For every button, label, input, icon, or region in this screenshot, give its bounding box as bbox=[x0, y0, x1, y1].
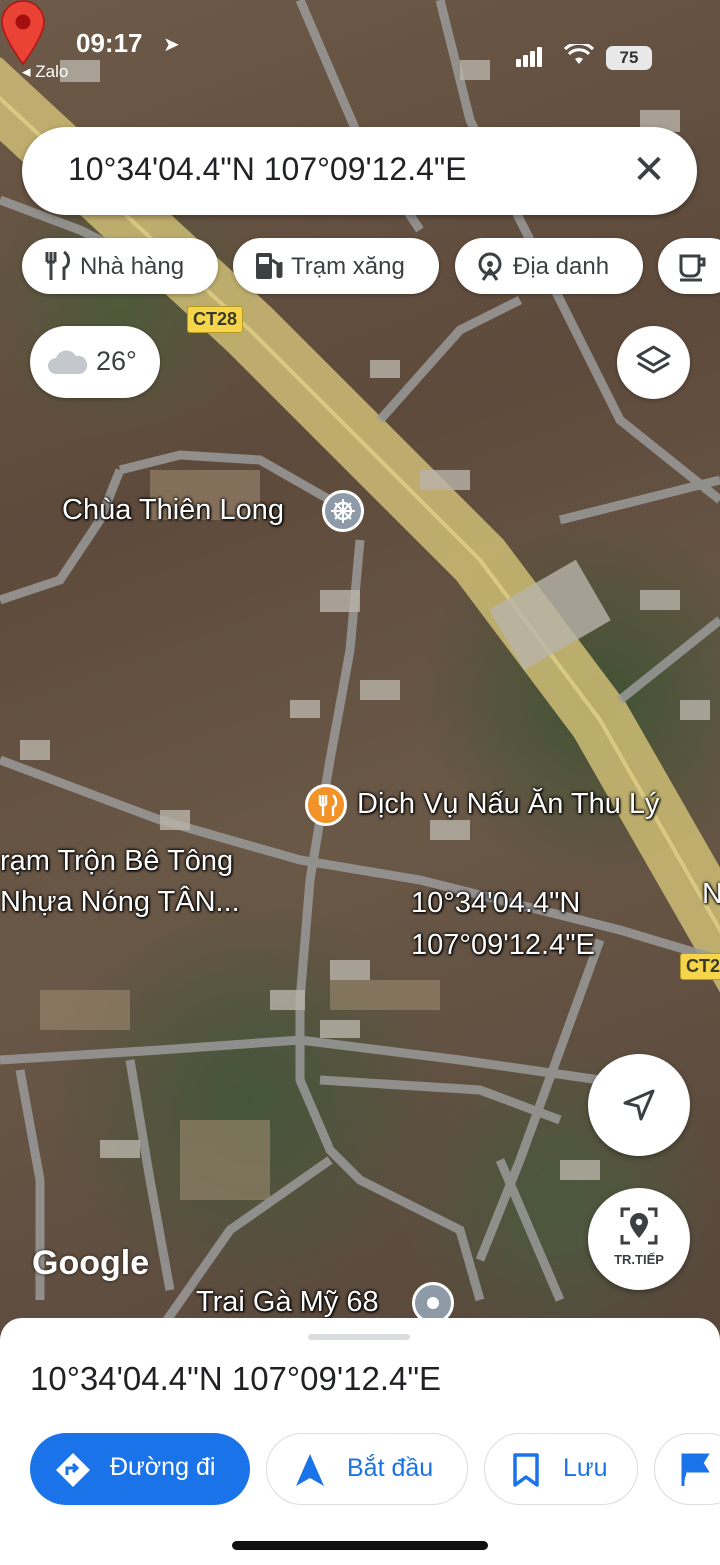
weather-badge[interactable]: 26° bbox=[30, 326, 160, 398]
chip-label: Địa danh bbox=[513, 253, 610, 280]
continue-label: TR.TIẾP bbox=[614, 1252, 664, 1267]
chip-restaurants[interactable]: Nhà hàng bbox=[22, 238, 218, 294]
directions-button[interactable]: Đường đi bbox=[30, 1433, 250, 1505]
layers-button[interactable] bbox=[617, 326, 690, 399]
cafe-icon bbox=[679, 254, 706, 282]
cellular-signal-icon bbox=[516, 47, 544, 67]
battery-indicator: 75 bbox=[606, 46, 652, 70]
place-sheet[interactable]: 10°34'04.4"N 107°09'12.4"E Đường đi Bắt … bbox=[0, 1318, 720, 1565]
navigation-arrow-icon bbox=[623, 1089, 655, 1121]
google-logo: Google bbox=[32, 1244, 150, 1282]
pin-label-line2: 107°09'12.4"E bbox=[411, 929, 595, 961]
chip-landmarks[interactable]: Địa danh bbox=[455, 238, 643, 294]
save-label: Lưu bbox=[563, 1454, 608, 1482]
chip-label: Nhà hàng bbox=[80, 253, 185, 280]
continue-navigation-button[interactable]: TR.TIẾP bbox=[588, 1188, 690, 1290]
directions-icon bbox=[56, 1453, 90, 1487]
temple-label[interactable]: Chùa Thiên Long bbox=[62, 494, 284, 527]
status-bar: 09:17 ➤ ◂ Zalo 75 bbox=[0, 22, 720, 81]
satellite-map[interactable]: 09:17 ➤ ◂ Zalo 75 10°34'04.4"N 107°09'12… bbox=[0, 0, 720, 1330]
chip-cafes[interactable] bbox=[658, 238, 720, 294]
temple-poi-icon[interactable] bbox=[322, 490, 364, 532]
save-button[interactable]: Lưu bbox=[484, 1433, 638, 1505]
place-coordinates: 10°34'04.4"N 107°09'12.4"E bbox=[30, 1360, 442, 1397]
restaurant-icon bbox=[45, 250, 70, 280]
farm-label[interactable]: Trai Gà Mỹ 68 bbox=[196, 1286, 379, 1319]
sheet-drag-handle[interactable] bbox=[308, 1334, 410, 1340]
search-bar[interactable]: 10°34'04.4"N 107°09'12.4"E ✕ bbox=[22, 127, 697, 215]
restaurant-poi-icon[interactable] bbox=[305, 784, 347, 826]
cloud-icon bbox=[48, 350, 88, 374]
focus-pin-icon bbox=[620, 1207, 658, 1245]
directions-label: Đường đi bbox=[110, 1453, 216, 1481]
chip-label: Trạm xăng bbox=[291, 253, 405, 280]
chip-gas-stations[interactable]: Trạm xăng bbox=[233, 238, 439, 294]
catering-label[interactable]: Dịch Vụ Nấu Ăn Thu Lý bbox=[357, 788, 660, 821]
concrete-plant-label-line2[interactable]: Nhựa Nóng TÂN... bbox=[0, 886, 240, 919]
start-button[interactable]: Bắt đầu bbox=[266, 1433, 468, 1505]
gas-station-icon bbox=[256, 253, 283, 279]
location-services-icon: ➤ bbox=[163, 34, 180, 56]
concrete-plant-label-line1[interactable]: rạm Trộn Bê Tông bbox=[0, 845, 233, 878]
edge-label-fragment: N bbox=[702, 878, 720, 910]
home-indicator[interactable] bbox=[232, 1541, 488, 1550]
start-label: Bắt đầu bbox=[347, 1454, 434, 1482]
my-location-button[interactable] bbox=[588, 1054, 690, 1156]
flag-icon bbox=[681, 1453, 710, 1486]
flag-button[interactable] bbox=[654, 1433, 720, 1505]
road-shield-ct28-edge: CT2 bbox=[680, 953, 720, 980]
landmark-icon bbox=[478, 252, 502, 281]
temperature: 26° bbox=[96, 346, 137, 376]
navigation-icon bbox=[296, 1454, 324, 1486]
bookmark-icon bbox=[513, 1453, 539, 1487]
road-shield-ct28: CT28 bbox=[187, 306, 244, 333]
category-chips: Nhà hàng Trạm xăng Địa danh bbox=[0, 238, 720, 296]
layers-icon bbox=[636, 345, 671, 374]
clock: 09:17 bbox=[76, 28, 143, 58]
search-input[interactable]: 10°34'04.4"N 107°09'12.4"E bbox=[68, 151, 467, 188]
close-icon[interactable]: ✕ bbox=[623, 145, 675, 197]
pin-label-line1: 10°34'04.4"N bbox=[411, 887, 581, 919]
location-pin-icon[interactable] bbox=[0, 0, 46, 66]
